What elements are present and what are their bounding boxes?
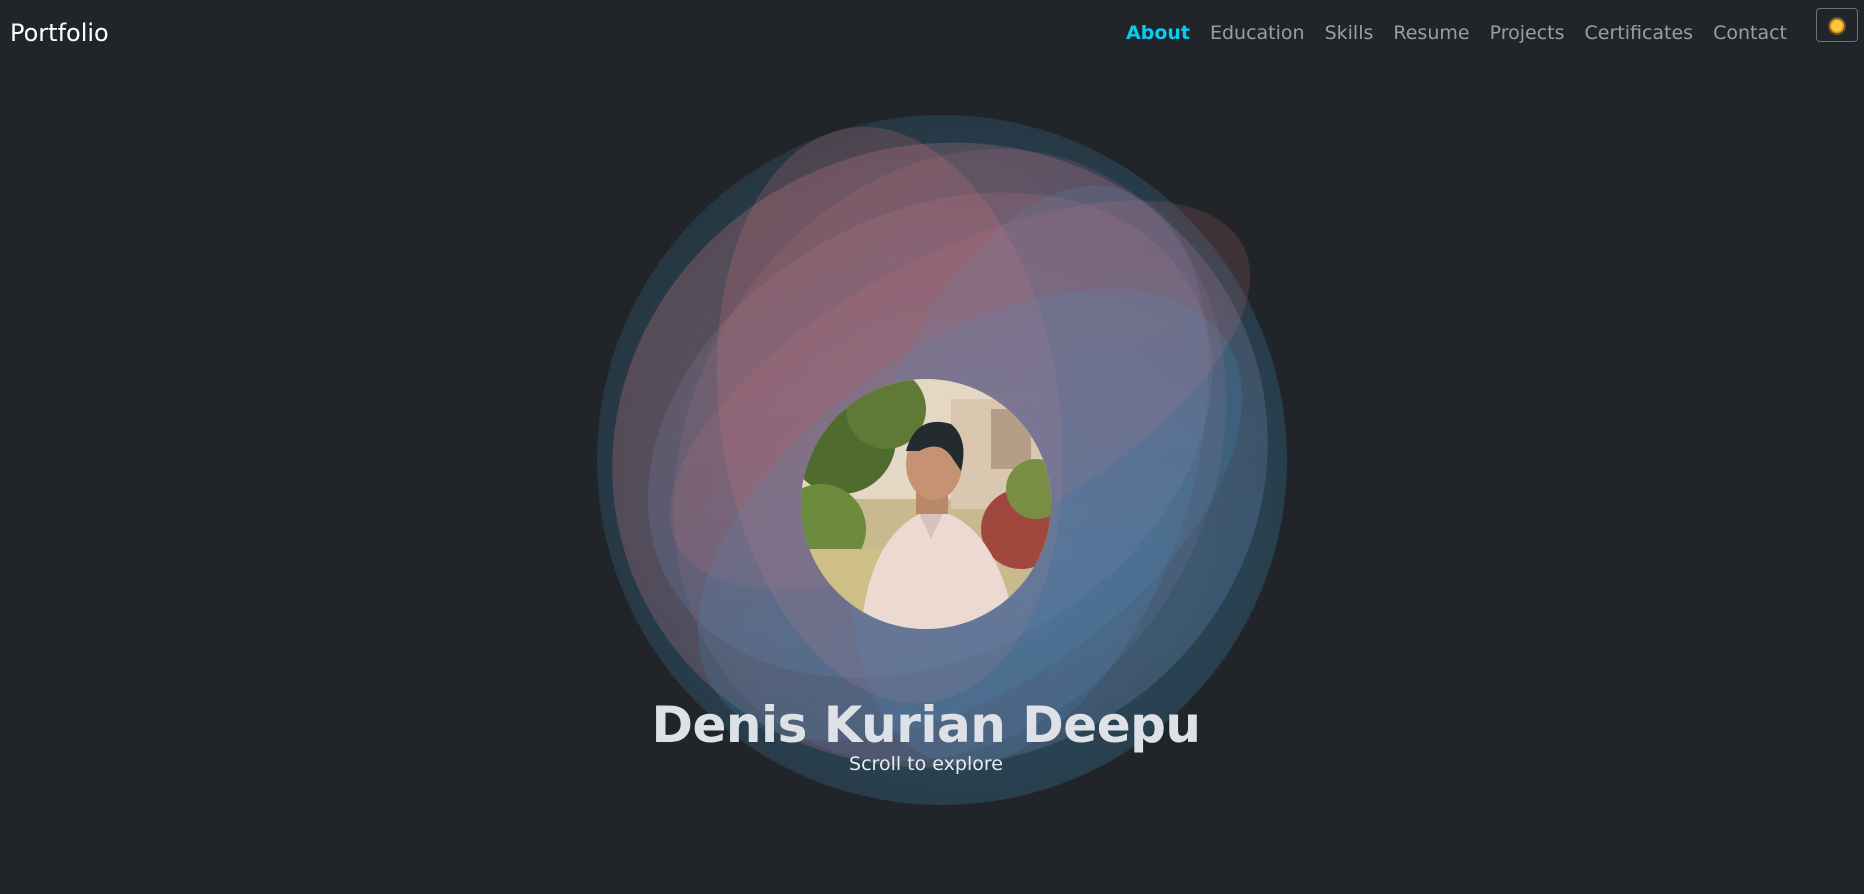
profile-avatar bbox=[801, 379, 1051, 629]
hero-section: Denis Kurian Deepu Scroll to explore bbox=[0, 0, 1864, 894]
scroll-hint: Scroll to explore bbox=[849, 753, 1003, 775]
hero-name: Denis Kurian Deepu bbox=[651, 695, 1201, 754]
